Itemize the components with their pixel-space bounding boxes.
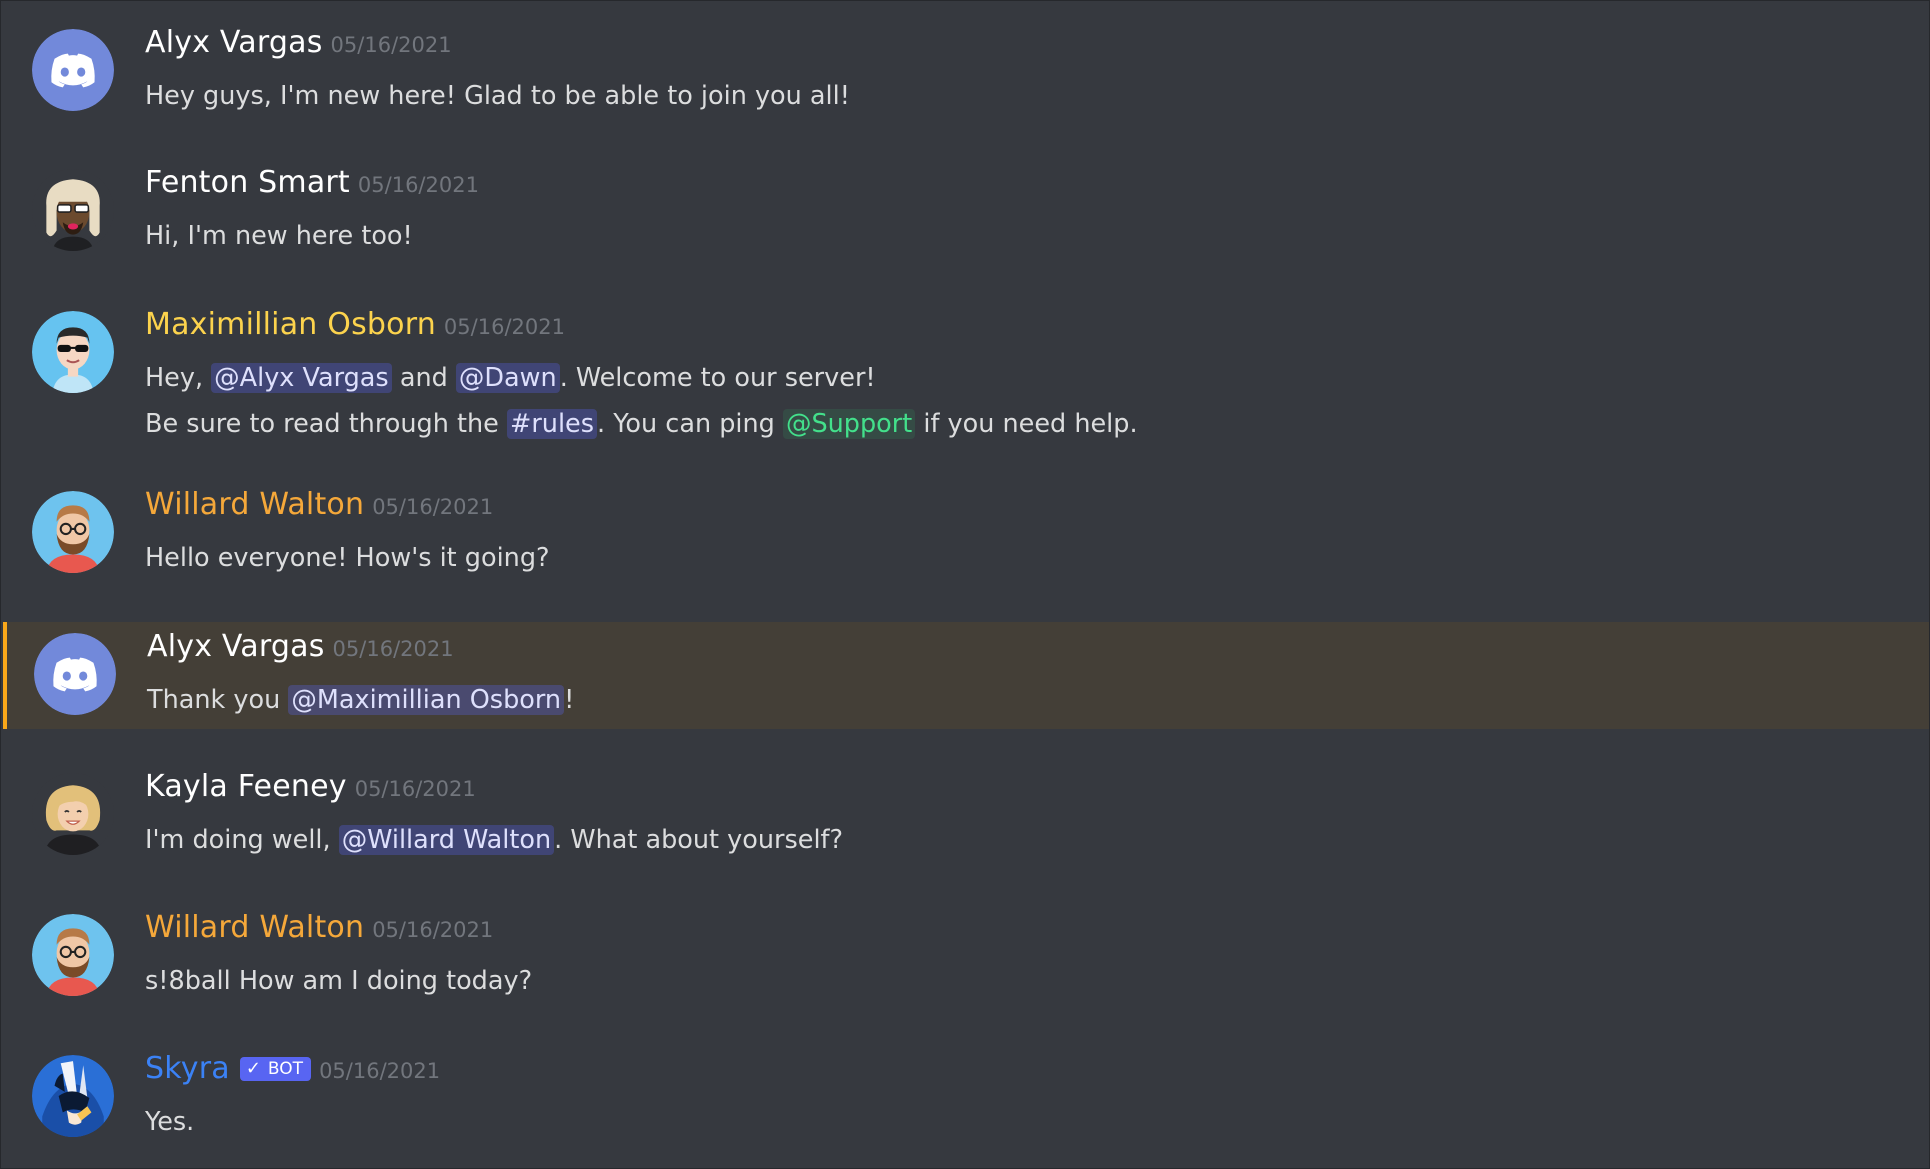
message-text: if you need help. [915,409,1138,439]
username[interactable]: Willard Walton [145,487,364,522]
channel-mention[interactable]: #rules [506,409,598,439]
message-item[interactable]: Skyra ✓ BOT 05/16/2021 Yes. [3,1037,1929,1157]
username[interactable]: Maximillian Osborn [145,307,436,342]
bearded-man-avatar-icon[interactable] [32,491,114,573]
user-mention[interactable]: @Alyx Vargas [211,363,392,393]
message-list: Alyx Vargas 05/16/2021 Hey guys, I'm new… [0,0,1930,1169]
username[interactable]: Alyx Vargas [147,629,325,664]
message-text: . What about yourself? [554,825,844,855]
timestamp: 05/16/2021 [357,173,479,197]
username[interactable]: Willard Walton [145,910,364,945]
timestamp: 05/16/2021 [372,495,494,519]
user-mention[interactable]: @Dawn [455,363,560,393]
username[interactable]: Alyx Vargas [145,25,323,60]
message-content: Hello everyone! How's it going? [145,540,550,576]
timestamp: 05/16/2021 [372,918,494,942]
message-item[interactable]: Willard Walton 05/16/2021 s!8ball How am… [3,896,1929,1016]
message-item[interactable]: Willard Walton 05/16/2021 Hello everyone… [3,473,1929,593]
username[interactable]: Kayla Feeney [145,769,347,804]
message-text: Thank you [147,685,289,715]
role-mention[interactable]: @Support [782,409,916,439]
timestamp: 05/16/2021 [443,315,565,339]
username[interactable]: Skyra [145,1051,230,1086]
message-text: Yes. [145,1107,195,1137]
user-mention[interactable]: @Maximillian Osborn [288,685,565,715]
anime-character-avatar-icon[interactable] [32,1055,114,1137]
message-item[interactable]: Maximillian Osborn 05/16/2021 Hey, @Alyx… [3,293,1929,453]
message-item-highlighted[interactable]: Alyx Vargas 05/16/2021 Thank you @Maximi… [3,622,1929,729]
message-text: Be sure to read through the [145,409,507,439]
checkmark-icon: ✓ [245,1058,261,1079]
message-text: I'm doing well, [145,825,339,855]
user-mention[interactable]: @Willard Walton [338,825,555,855]
message-content: s!8ball How am I doing today? [145,963,532,999]
bot-tag-badge: ✓ BOT [239,1057,312,1081]
message-text: Hey guys, I'm new here! Glad to be able … [145,81,850,111]
timestamp: 05/16/2021 [332,637,454,661]
person-sunglasses-avatar-icon[interactable] [32,169,114,251]
message-item[interactable]: Kayla Feeney 05/16/2021 I'm doing well, … [3,755,1929,875]
timestamp: 05/16/2021 [319,1059,441,1083]
discord-logo-avatar-icon[interactable] [34,633,116,715]
message-content: Be sure to read through the #rules. You … [145,406,1138,442]
person-sunglasses-blue-avatar-icon[interactable] [32,311,114,393]
message-text: Hi, I'm new here too! [145,221,413,251]
message-item[interactable]: Fenton Smart 05/16/2021 Hi, I'm new here… [3,151,1929,271]
message-content: Yes. [145,1104,194,1140]
timestamp: 05/16/2021 [354,777,476,801]
bearded-man-avatar-icon[interactable] [32,914,114,996]
timestamp: 05/16/2021 [330,33,452,57]
message-content: I'm doing well, @Willard Walton. What ab… [145,822,843,858]
bot-tag-label: BOT [267,1059,304,1079]
message-text: . Welcome to our server! [559,363,876,393]
message-content: Thank you @Maximillian Osborn! [147,682,574,718]
username[interactable]: Fenton Smart [145,165,350,200]
message-text: s!8ball How am I doing today? [145,966,533,996]
blonde-woman-avatar-icon[interactable] [32,773,114,855]
message-content: Hey guys, I'm new here! Glad to be able … [145,78,850,114]
discord-logo-avatar-icon[interactable] [32,29,114,111]
message-content: Hey, @Alyx Vargas and @Dawn. Welcome to … [145,360,876,396]
message-text: . You can ping [597,409,783,439]
message-text: Hey, [145,363,212,393]
message-text: and [391,363,456,393]
message-content: Hi, I'm new here too! [145,218,413,254]
message-item[interactable]: Alyx Vargas 05/16/2021 Hey guys, I'm new… [3,11,1929,131]
message-text: ! [564,685,575,715]
message-text: Hello everyone! How's it going? [145,543,550,573]
